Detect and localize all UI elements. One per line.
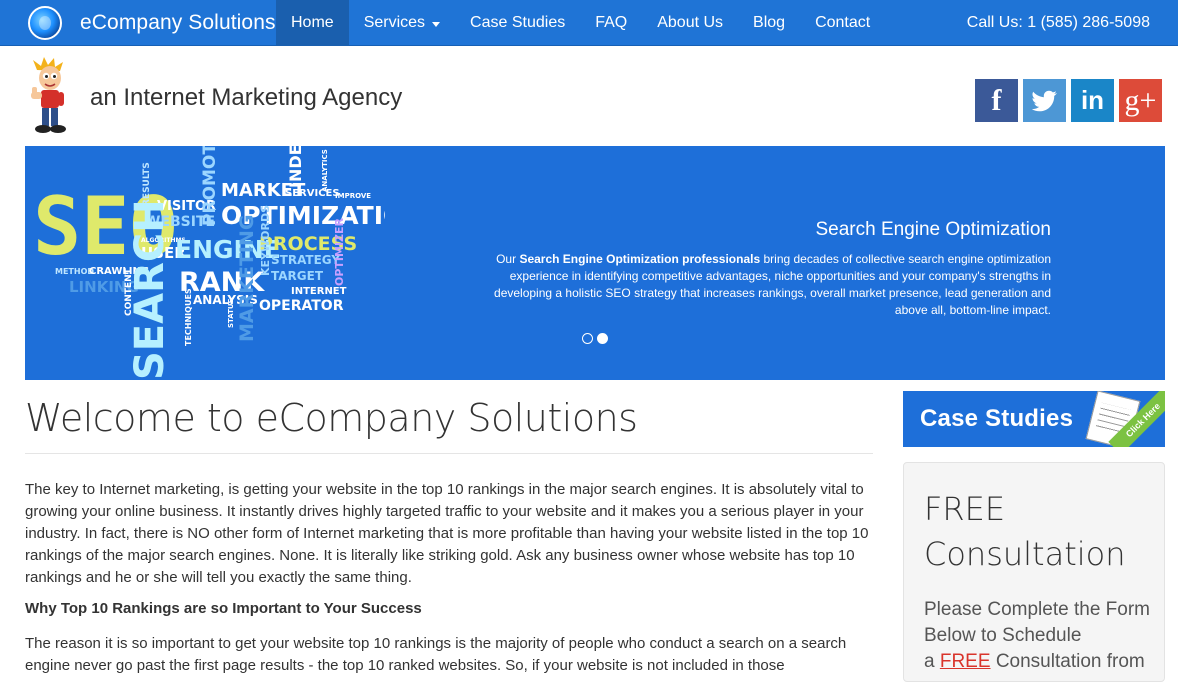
svg-text:ANALYTICS: ANALYTICS [321, 149, 329, 192]
case-studies-banner[interactable]: Case Studies Click Here [903, 391, 1165, 447]
linkedin-icon[interactable]: in [1071, 79, 1114, 122]
google-plus-icon[interactable]: g+ [1119, 79, 1162, 122]
hero-text-prefix: Our [496, 252, 520, 266]
nav-faq[interactable]: FAQ [580, 0, 642, 46]
top-navbar: eCompany Solutions Home Services Case St… [0, 0, 1178, 46]
main-nav: Home Services Case Studies FAQ About Us … [276, 0, 885, 46]
nav-about-us[interactable]: About Us [642, 0, 738, 46]
hero-title: Search Engine Optimization [815, 219, 1051, 240]
svg-text:SERVICES: SERVICES [285, 188, 340, 199]
nav-services-label: Services [363, 14, 426, 31]
nav-case-studies[interactable]: Case Studies [455, 0, 580, 46]
nav-blog[interactable]: Blog [738, 0, 800, 46]
consult-text-3: Consultation from [990, 651, 1145, 672]
seo-word-cloud-image: SEO RESULTS VISITOR WEBSITE PROMOTION MA… [33, 146, 385, 380]
svg-text:PROMOTION: PROMOTION [200, 146, 220, 226]
slide-dot-2[interactable] [597, 333, 608, 344]
svg-text:SEARCH: SEARCH [127, 199, 173, 380]
svg-text:INDEX: INDEX [286, 146, 305, 188]
twitter-icon[interactable] [1023, 79, 1066, 122]
tagline: an Internet Marketing Agency [90, 84, 403, 111]
facebook-icon[interactable]: f [975, 79, 1018, 122]
consult-text-1: Please Complete the Form Below to Schedu… [924, 599, 1150, 646]
case-studies-label: Case Studies [920, 405, 1074, 432]
brand-name: eCompany Solutions [80, 11, 276, 34]
nav-services[interactable]: Services [349, 0, 455, 46]
slider-indicators [582, 333, 608, 344]
svg-text:STATUS: STATUS [227, 298, 235, 328]
brand[interactable]: eCompany Solutions [28, 0, 276, 46]
consult-text-2: a [924, 651, 940, 672]
consult-free-link[interactable]: FREE [940, 651, 991, 672]
consultation-text: Please Complete the Form Below to Schedu… [924, 597, 1156, 675]
intro-paragraph: The key to Internet marketing, is gettin… [25, 481, 869, 586]
hero-text-bold: Search Engine Optimization professionals [519, 252, 761, 266]
svg-text:TARGET: TARGET [271, 269, 324, 283]
hero-slider: SEO RESULTS VISITOR WEBSITE PROMOTION MA… [25, 146, 1165, 380]
svg-text:TECHNIQUES: TECHNIQUES [184, 288, 193, 346]
brand-logo-icon [28, 6, 62, 40]
hero-description: Our Search Engine Optimization professio… [491, 251, 1051, 319]
second-paragraph: The reason it is so important to get you… [25, 635, 847, 674]
svg-text:OPTIMIZER: OPTIMIZER [333, 217, 346, 286]
consultation-panel: FREE Consultation Please Complete the Fo… [903, 462, 1165, 682]
nav-home[interactable]: Home [276, 0, 349, 46]
chevron-down-icon [432, 21, 441, 27]
consultation-title: FREE Consultation [924, 490, 1126, 573]
svg-text:INTERNET: INTERNET [291, 286, 347, 297]
svg-text:OPERATOR: OPERATOR [259, 298, 344, 314]
nav-contact[interactable]: Contact [800, 0, 885, 46]
svg-text:MARKETING: MARKETING [236, 215, 258, 342]
mascot-image [31, 57, 66, 133]
phone-number[interactable]: Call Us: 1 (585) 286-5098 [967, 0, 1150, 46]
slide-dot-1[interactable] [582, 333, 593, 344]
page-title: Welcome to eCompany Solutions [25, 396, 638, 440]
svg-text:IMPROVE: IMPROVE [335, 192, 371, 200]
svg-text:STRATEGY: STRATEGY [271, 253, 340, 267]
divider [25, 453, 873, 454]
twitter-bird-icon [1031, 90, 1057, 111]
section-subheading: Why Top 10 Rankings are so Important to … [25, 600, 422, 617]
